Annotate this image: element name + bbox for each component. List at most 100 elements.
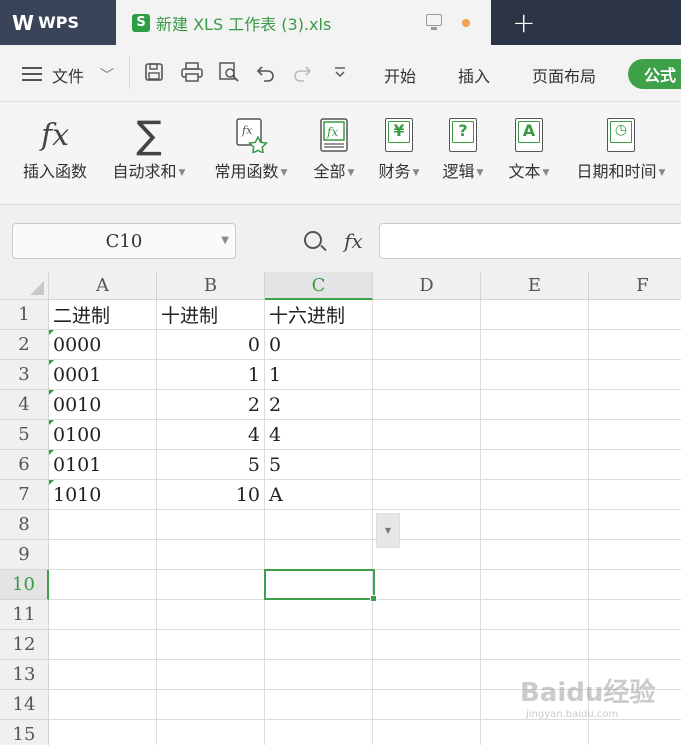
print-icon[interactable]: [180, 60, 204, 84]
datetime-button[interactable]: ◷ 日期和时间 ▼: [568, 112, 674, 182]
cell-c13[interactable]: [265, 660, 373, 690]
cell-c8[interactable]: [265, 510, 373, 540]
customize-quick-access-icon[interactable]: [328, 60, 352, 84]
cell-b1[interactable]: 十进制: [157, 300, 265, 330]
cell-c1[interactable]: 十六进制: [265, 300, 373, 330]
row-header-5[interactable]: 5: [0, 420, 49, 450]
cell-a10[interactable]: [49, 570, 157, 600]
new-tab-button[interactable]: +: [512, 6, 535, 39]
redo-icon[interactable]: [290, 60, 314, 84]
cell-a6[interactable]: 0101: [49, 450, 157, 480]
column-header-e[interactable]: E: [481, 272, 589, 300]
cell-a5[interactable]: 0100: [49, 420, 157, 450]
cell-c12[interactable]: [265, 630, 373, 660]
row-header-9[interactable]: 9: [0, 540, 49, 570]
cell-e3[interactable]: [481, 360, 589, 390]
cell-a3[interactable]: 0001: [49, 360, 157, 390]
row-header-10[interactable]: 10: [0, 570, 49, 600]
hamburger-menu-icon[interactable]: [22, 67, 42, 81]
wps-home-tab[interactable]: W WPS: [0, 0, 116, 45]
cell-e15[interactable]: [481, 720, 589, 745]
common-functions-button[interactable]: fx 常用函数 ▼: [206, 112, 296, 182]
row-header-13[interactable]: 13: [0, 660, 49, 690]
cell-e6[interactable]: [481, 450, 589, 480]
row-header-6[interactable]: 6: [0, 450, 49, 480]
row-header-3[interactable]: 3: [0, 360, 49, 390]
cell-f2[interactable]: [589, 330, 681, 360]
cell-b5[interactable]: 4: [157, 420, 265, 450]
cell-f10[interactable]: [589, 570, 681, 600]
cell-b12[interactable]: [157, 630, 265, 660]
print-preview-icon[interactable]: [217, 60, 241, 84]
file-menu[interactable]: 文件: [52, 63, 84, 87]
cell-b14[interactable]: [157, 690, 265, 720]
cell-f11[interactable]: [589, 600, 681, 630]
cell-e8[interactable]: [481, 510, 589, 540]
cell-f5[interactable]: [589, 420, 681, 450]
cell-d14[interactable]: [373, 690, 481, 720]
cell-a1[interactable]: 二进制: [49, 300, 157, 330]
cell-a8[interactable]: [49, 510, 157, 540]
cell-d1[interactable]: [373, 300, 481, 330]
cell-e7[interactable]: [481, 480, 589, 510]
cell-b10[interactable]: [157, 570, 265, 600]
cell-d7[interactable]: [373, 480, 481, 510]
cell-b4[interactable]: 2: [157, 390, 265, 420]
cell-b7[interactable]: 10: [157, 480, 265, 510]
insert-function-button[interactable]: fx 插入函数: [16, 112, 94, 182]
select-all-corner[interactable]: [0, 272, 49, 300]
cell-b2[interactable]: 0: [157, 330, 265, 360]
cell-b6[interactable]: 5: [157, 450, 265, 480]
cell-c7[interactable]: A: [265, 480, 373, 510]
cell-d12[interactable]: [373, 630, 481, 660]
cell-a7[interactable]: 1010: [49, 480, 157, 510]
name-box[interactable]: C10 ▼: [12, 223, 236, 259]
cell-e9[interactable]: [481, 540, 589, 570]
cell-a9[interactable]: [49, 540, 157, 570]
cell-f4[interactable]: [589, 390, 681, 420]
cell-d15[interactable]: [373, 720, 481, 745]
cell-f12[interactable]: [589, 630, 681, 660]
cell-f3[interactable]: [589, 360, 681, 390]
cell-d6[interactable]: [373, 450, 481, 480]
cell-d2[interactable]: [373, 330, 481, 360]
row-header-1[interactable]: 1: [0, 300, 49, 330]
row-header-2[interactable]: 2: [0, 330, 49, 360]
cell-b8[interactable]: [157, 510, 265, 540]
cell-d3[interactable]: [373, 360, 481, 390]
text-functions-button[interactable]: A 文本 ▼: [500, 112, 558, 182]
row-header-12[interactable]: 12: [0, 630, 49, 660]
tab-home[interactable]: 开始: [384, 63, 416, 87]
cell-e11[interactable]: [481, 600, 589, 630]
tab-formulas[interactable]: 公式: [628, 59, 681, 89]
formula-input[interactable]: [379, 223, 681, 259]
cell-c4[interactable]: 2: [265, 390, 373, 420]
zoom-search-icon[interactable]: [304, 231, 322, 249]
row-header-4[interactable]: 4: [0, 390, 49, 420]
column-header-d[interactable]: D: [373, 272, 481, 300]
cell-c6[interactable]: 5: [265, 450, 373, 480]
cell-c15[interactable]: [265, 720, 373, 745]
chevron-down-icon[interactable]: ▼: [221, 235, 229, 246]
undo-icon[interactable]: [254, 60, 278, 84]
save-icon[interactable]: [142, 60, 166, 84]
column-header-c[interactable]: C: [265, 272, 373, 300]
cell-e1[interactable]: [481, 300, 589, 330]
cell-f6[interactable]: [589, 450, 681, 480]
cell-c3[interactable]: 1: [265, 360, 373, 390]
cell-f9[interactable]: [589, 540, 681, 570]
cell-d13[interactable]: [373, 660, 481, 690]
cell-b9[interactable]: [157, 540, 265, 570]
cell-c5[interactable]: 4: [265, 420, 373, 450]
cell-a12[interactable]: [49, 630, 157, 660]
column-header-a[interactable]: A: [49, 272, 157, 300]
row-header-14[interactable]: 14: [0, 690, 49, 720]
cell-c9[interactable]: [265, 540, 373, 570]
autofill-options-button[interactable]: ▼: [376, 513, 400, 548]
tab-insert[interactable]: 插入: [458, 63, 490, 87]
cell-b11[interactable]: [157, 600, 265, 630]
cell-d4[interactable]: [373, 390, 481, 420]
document-tab[interactable]: S 新建 XLS 工作表 (3).xls: [116, 0, 491, 45]
cell-d5[interactable]: [373, 420, 481, 450]
chevron-down-icon[interactable]: ﹀: [100, 65, 114, 85]
